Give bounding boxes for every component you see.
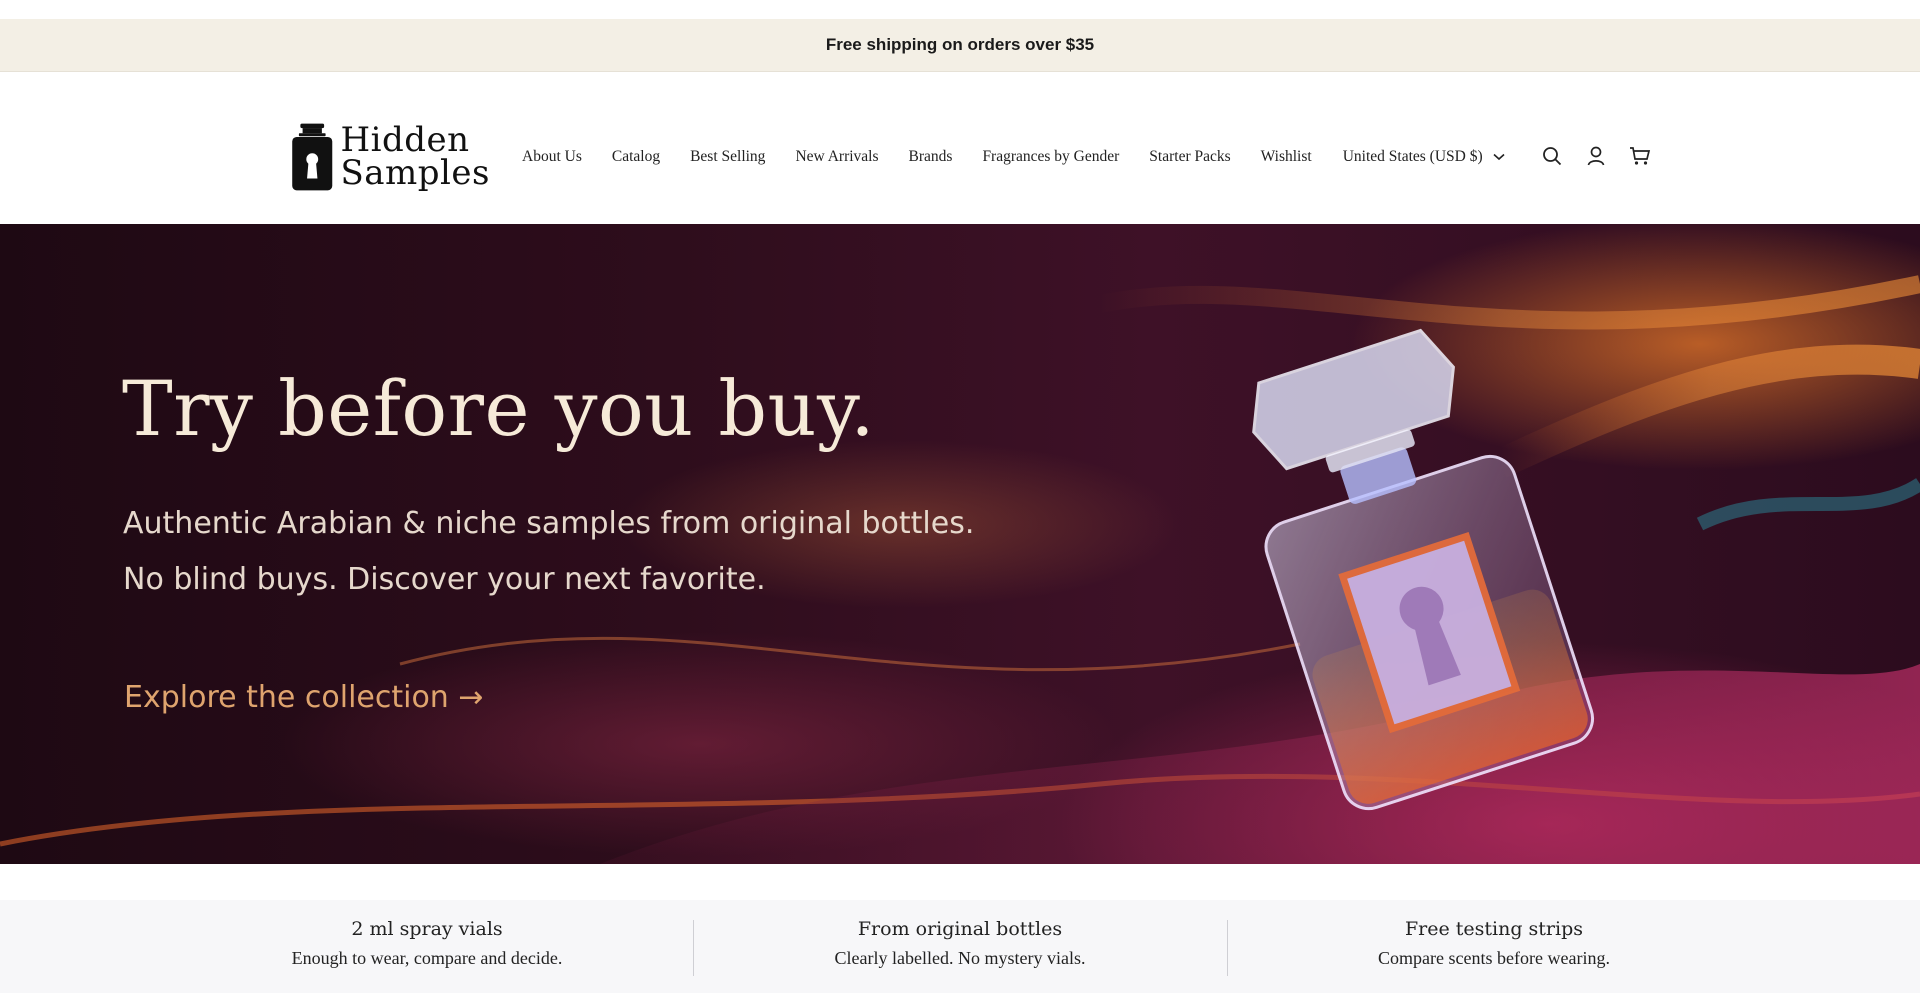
feature-strip: 2 ml spray vials Enough to wear, compare…	[0, 900, 1920, 993]
nav-fragrances-by-gender[interactable]: Fragrances by Gender	[982, 148, 1119, 166]
brand-wordmark: Hidden Samples	[340, 123, 490, 193]
feature-spray-vials: 2 ml spray vials Enough to wear, compare…	[160, 918, 694, 969]
feature-testing-strips: Free testing strips Compare scents befor…	[1227, 918, 1761, 969]
hero-title: Try before you buy.	[122, 364, 875, 453]
brand-line-2: Samples	[340, 153, 490, 193]
country-selector[interactable]: United States (USD $)	[1343, 148, 1505, 166]
nav-about-us[interactable]: About Us	[522, 148, 582, 166]
chevron-down-icon	[1493, 153, 1505, 161]
account-icon[interactable]	[1584, 144, 1608, 168]
feature-title: 2 ml spray vials	[351, 918, 503, 940]
hero-banner: Try before you buy. Authentic Arabian & …	[0, 224, 1920, 864]
nav-wishlist[interactable]: Wishlist	[1261, 148, 1312, 166]
header-icons	[1540, 144, 1672, 168]
country-selector-label: United States (USD $)	[1342, 148, 1483, 165]
perfume-bottle-logo-icon	[292, 123, 333, 191]
top-strip	[0, 0, 1920, 19]
hero-silk-perfume-image	[0, 275, 1920, 864]
nav-brands[interactable]: Brands	[909, 148, 953, 166]
explore-collection-link[interactable]: Explore the collection →	[124, 680, 484, 715]
main-nav: About Us Catalog Best Selling New Arriva…	[522, 142, 1505, 172]
nav-catalog[interactable]: Catalog	[612, 148, 660, 166]
nav-starter-packs[interactable]: Starter Packs	[1149, 148, 1230, 166]
hero-subtitle-line-2: No blind buys. Discover your next favori…	[123, 562, 766, 597]
feature-title: From original bottles	[857, 918, 1063, 940]
nav-best-selling[interactable]: Best Selling	[690, 148, 765, 166]
site-header: Hidden Samples About Us Catalog Best Sel…	[0, 72, 1920, 224]
nav-new-arrivals[interactable]: New Arrivals	[795, 148, 878, 166]
brand-logo[interactable]: Hidden Samples	[290, 110, 490, 204]
search-icon[interactable]	[1540, 144, 1564, 168]
feature-original-bottles: From original bottles Clearly labelled. …	[693, 918, 1227, 969]
announcement-text: Free shipping on orders over $35	[825, 35, 1095, 54]
cart-icon[interactable]	[1628, 144, 1652, 168]
feature-description: Clearly labelled. No mystery vials.	[834, 948, 1086, 968]
feature-description: Enough to wear, compare and decide.	[291, 948, 563, 968]
feature-title: Free testing strips	[1404, 918, 1584, 940]
hero-subtitle-line-1: Authentic Arabian & niche samples from o…	[123, 506, 975, 541]
announcement-bar: Free shipping on orders over $35	[0, 19, 1920, 72]
feature-description: Compare scents before wearing.	[1378, 948, 1610, 968]
